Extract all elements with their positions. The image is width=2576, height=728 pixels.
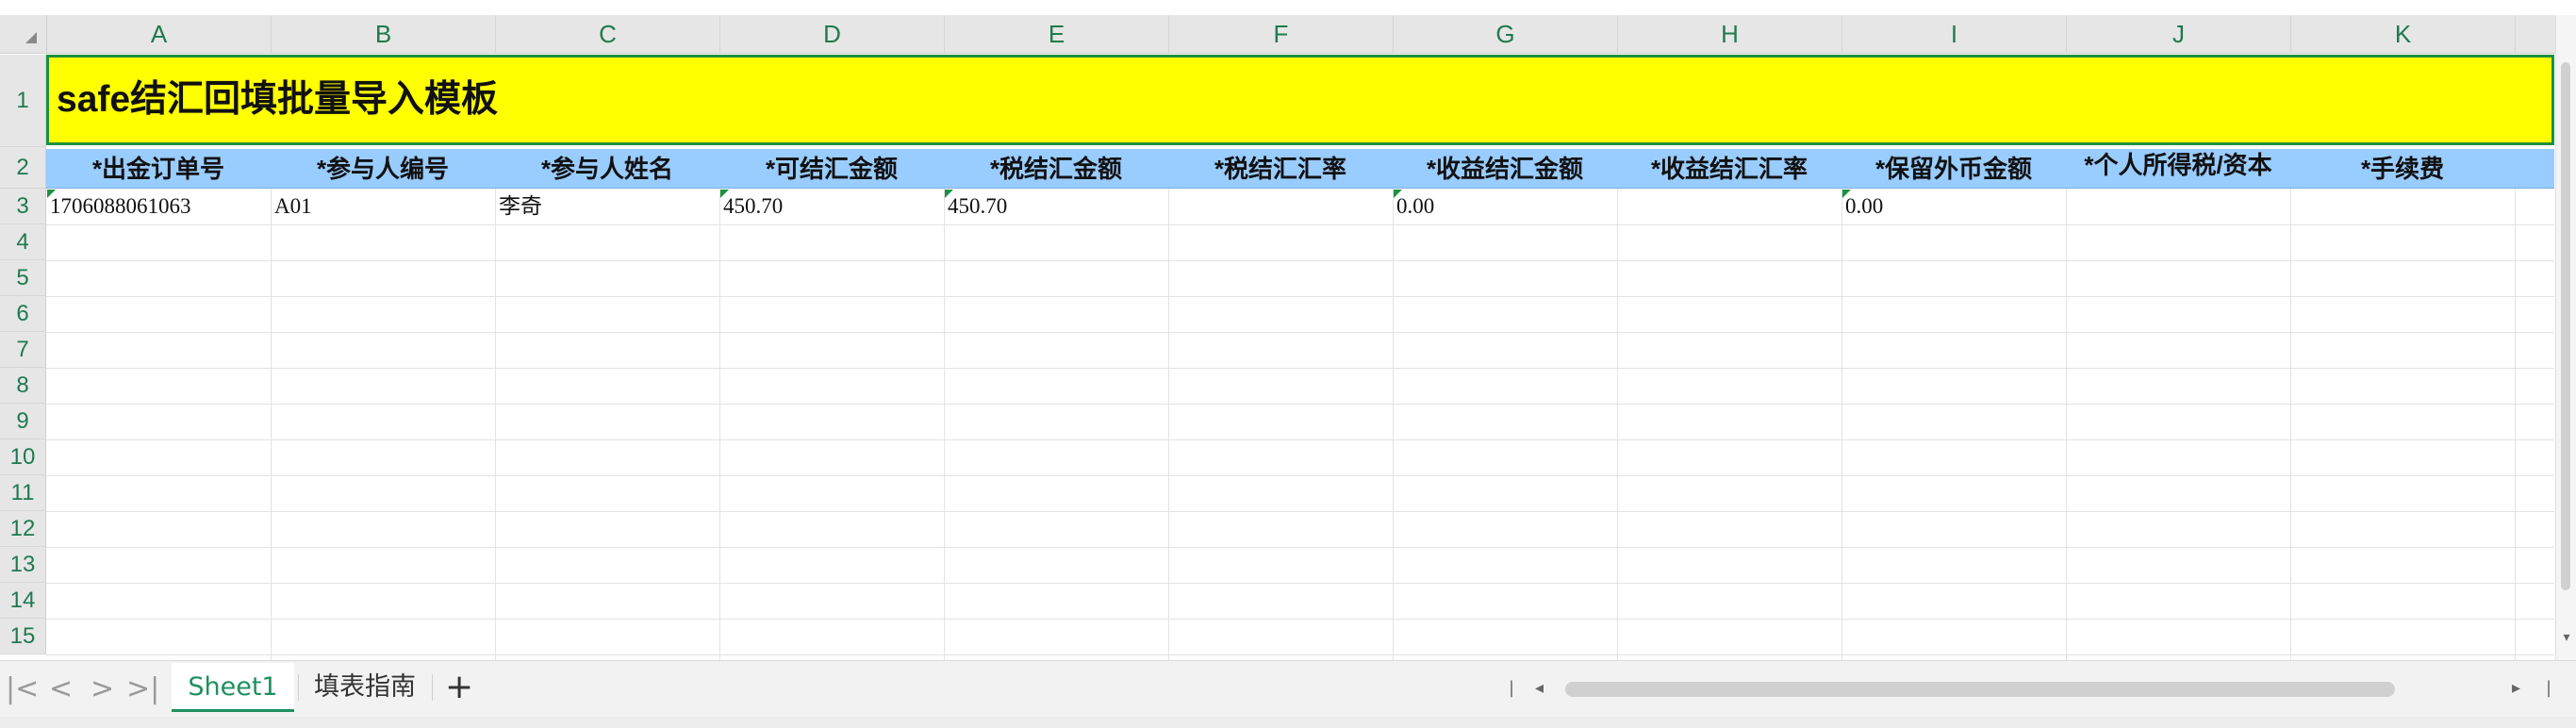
prev-sheet-icon[interactable]: < — [49, 672, 73, 706]
scroll-right-icon[interactable]: ▸ — [2512, 674, 2520, 703]
select-all-icon — [25, 32, 37, 43]
header-cell-income-settle-amount[interactable]: *收益结汇金额 — [1393, 149, 1617, 189]
row-header-12[interactable]: 12 — [0, 511, 46, 547]
cell-j3[interactable] — [2066, 189, 2070, 223]
cell-i3[interactable]: 0.00 — [1841, 189, 1883, 223]
grid-line — [46, 547, 2554, 548]
cell-h3[interactable] — [1617, 189, 1621, 223]
row-header-7[interactable]: 7 — [0, 332, 46, 368]
grid-line — [46, 404, 2554, 405]
tab-separator — [432, 674, 433, 701]
column-header-j[interactable]: J — [2067, 15, 2291, 53]
grid-line — [46, 296, 2554, 297]
column-header-d[interactable]: D — [720, 15, 945, 53]
column-header-f[interactable]: F — [1169, 15, 1394, 53]
row-header-15[interactable]: 15 — [0, 619, 46, 654]
header-cell-tax-settle-rate[interactable]: *税结汇汇率 — [1168, 149, 1393, 189]
cell-e3[interactable]: 450.70 — [944, 189, 1007, 223]
header-cell-fee[interactable]: *手续费 — [2290, 149, 2515, 189]
cell-g3[interactable]: 0.00 — [1393, 189, 1434, 223]
row-header-5[interactable]: 5 — [0, 260, 46, 296]
grid-line — [46, 619, 2554, 620]
cell-grid[interactable]: 1706088061063 A01 李奇 450.70 450.70 0.00 … — [46, 189, 2554, 660]
tab-separator — [298, 674, 299, 701]
column-header-g[interactable]: G — [1394, 15, 1618, 53]
next-sheet-icon[interactable]: > — [91, 672, 114, 706]
grid-line — [2066, 189, 2067, 660]
grid-line — [2515, 189, 2516, 660]
tab-sheet1[interactable]: Sheet1 — [172, 663, 294, 712]
cell-c3[interactable]: 李奇 — [495, 189, 542, 223]
grid-line — [46, 224, 2554, 225]
column-header-h[interactable]: H — [1618, 15, 1842, 53]
row-header-10[interactable]: 10 — [0, 439, 46, 475]
sheet-title: safe结汇回填批量导入模板 — [57, 79, 499, 120]
cell-b3[interactable]: A01 — [271, 189, 312, 223]
grid-line — [46, 475, 2554, 476]
select-all-corner[interactable] — [0, 15, 47, 54]
header-cell-retained-fx-amount[interactable]: *保留外币金额 — [1841, 149, 2066, 189]
grid-line — [46, 368, 2554, 369]
column-header-c[interactable]: C — [496, 15, 720, 53]
grid-line — [944, 189, 945, 660]
header-cell-participant-name[interactable]: *参与人姓名 — [495, 149, 719, 189]
tab-fill-guide[interactable]: 填表指南 — [304, 663, 426, 712]
row-header-11[interactable]: 11 — [0, 475, 46, 511]
column-header-k[interactable]: K — [2291, 15, 2516, 53]
row-header-13[interactable]: 13 — [0, 547, 46, 583]
column-header-i[interactable]: I — [1842, 15, 2067, 53]
grid-line — [1393, 189, 1394, 660]
scroll-divider-icon: | — [1509, 678, 1515, 698]
row-header-2[interactable]: 2 — [0, 147, 46, 189]
cell-k3[interactable] — [2290, 189, 2294, 223]
grid-line — [46, 511, 2554, 512]
vertical-scroll-thumb[interactable] — [2561, 62, 2570, 590]
header-cell-settleable-amount[interactable]: *可结汇金额 — [719, 149, 944, 189]
cell-d3[interactable]: 450.70 — [719, 189, 783, 223]
scroll-divider-icon: | — [2546, 678, 2552, 698]
grid-line — [1841, 189, 1842, 660]
grid-line — [46, 439, 2554, 440]
scroll-down-icon[interactable]: ▾ — [2556, 630, 2576, 645]
row-header-9[interactable]: 9 — [0, 404, 46, 439]
grid-line — [271, 189, 272, 660]
grid-line — [46, 583, 2554, 584]
header-cell-income-tax-capital[interactable]: *个人所得税/资本 — [2066, 149, 2290, 189]
spreadsheet: A B C D E F G H I J K 1 2 3 4 5 6 7 8 9 … — [0, 0, 2576, 660]
header-row: *出金订单号 *参与人编号 *参与人姓名 *可结汇金额 *税结汇金额 *税结汇汇… — [46, 149, 2554, 189]
column-header-a[interactable]: A — [47, 15, 272, 53]
vertical-scrollbar[interactable]: ▾ — [2555, 15, 2576, 660]
column-header-b[interactable]: B — [272, 15, 496, 53]
header-cell-income-settle-rate[interactable]: *收益结汇汇率 — [1617, 149, 1841, 189]
header-cell-order-no[interactable]: *出金订单号 — [46, 149, 271, 189]
grid-line — [2290, 189, 2291, 660]
sheet-tab-bar: |< < > >| Sheet1 填表指南 + | ◂ ▸ | — [0, 660, 2576, 718]
scroll-left-icon[interactable]: ◂ — [1535, 674, 1544, 703]
horizontal-scrollbar[interactable] — [1565, 682, 2395, 697]
header-cell-tax-settle-amount[interactable]: *税结汇金额 — [944, 149, 1168, 189]
header-cell-participant-id[interactable]: *参与人编号 — [271, 149, 495, 189]
horizontal-scroll-thumb[interactable] — [1565, 682, 2395, 697]
grid-line — [719, 189, 720, 660]
grid-line — [1617, 189, 1618, 660]
cell-f3[interactable] — [1168, 189, 1172, 223]
grid-line — [46, 260, 2554, 261]
grid-line — [46, 654, 2554, 655]
row-header-3[interactable]: 3 — [0, 189, 46, 224]
row-header-4[interactable]: 4 — [0, 224, 46, 260]
status-bar — [0, 717, 2576, 728]
column-header-e[interactable]: E — [945, 15, 1169, 53]
grid-line — [495, 189, 496, 660]
row-header-1[interactable]: 1 — [0, 55, 46, 147]
title-cell[interactable]: safe结汇回填批量导入模板 — [46, 55, 2554, 145]
add-sheet-icon[interactable]: + — [445, 669, 473, 706]
last-sheet-icon[interactable]: >| — [126, 672, 159, 706]
row-header-14[interactable]: 14 — [0, 583, 46, 619]
row-header-6[interactable]: 6 — [0, 296, 46, 332]
grid-line — [1168, 189, 1169, 660]
row-header-8[interactable]: 8 — [0, 368, 46, 404]
first-sheet-icon[interactable]: |< — [6, 672, 39, 706]
grid-line — [46, 332, 2554, 333]
cell-a3[interactable]: 1706088061063 — [46, 189, 191, 223]
